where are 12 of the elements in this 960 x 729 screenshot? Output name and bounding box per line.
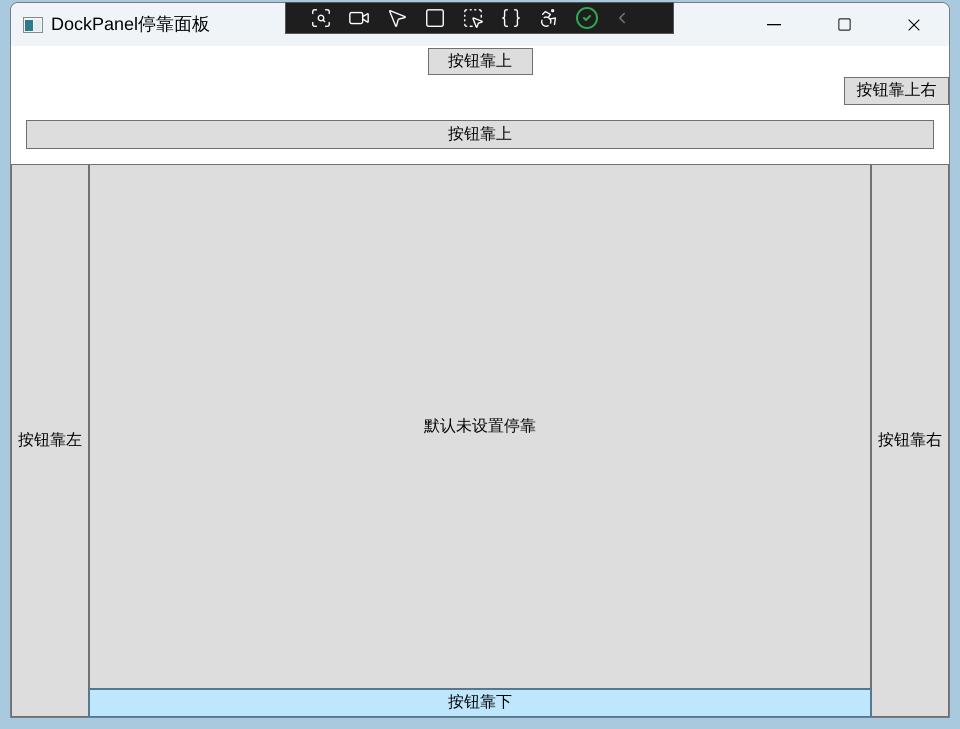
- dock-button[interactable]: 按钮靠左: [11, 164, 89, 717]
- check-icon[interactable]: [574, 5, 600, 31]
- minimize-icon: [767, 24, 781, 26]
- maximize-icon: [836, 17, 852, 32]
- dock-button[interactable]: 按钮靠下: [89, 689, 871, 717]
- dock-button[interactable]: 按钮靠上: [26, 120, 934, 149]
- dock-button[interactable]: 按钮靠上: [428, 48, 532, 75]
- dock-button[interactable]: 按钮靠上右: [844, 77, 949, 105]
- window-title: DockPanel停靠面板: [51, 13, 210, 36]
- dock-button[interactable]: 按钮靠右: [871, 164, 949, 717]
- dock-button[interactable]: 默认未设置停靠: [89, 164, 871, 689]
- app-icon: [23, 16, 43, 32]
